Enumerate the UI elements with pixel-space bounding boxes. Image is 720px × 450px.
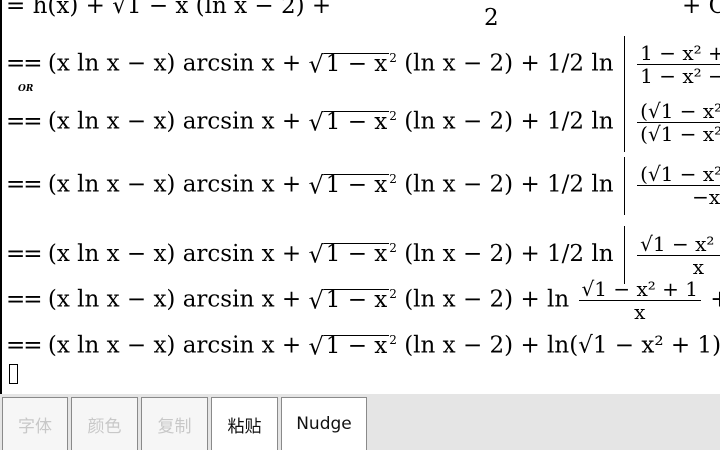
line-2-base: (x ln x − x) arcsin x +: [47, 108, 302, 135]
color-button[interactable]: 颜色: [71, 397, 138, 450]
line-0-prefix: =: [6, 0, 26, 19]
line-0-end: + C: [682, 0, 720, 19]
line-3-sqrt: √1 − x2: [308, 171, 397, 200]
line-3-coef: 1/2 ln: [547, 171, 614, 198]
line-1-coef: 1/2 ln: [547, 50, 614, 77]
line-6-base: (x ln x − x) arcsin x +: [47, 332, 302, 359]
line-1-fraction: 1 − x² + 11 − x² − 1: [637, 42, 720, 87]
line-5-sqrt: √1 − x2: [308, 286, 397, 315]
line-5-end: + C: [710, 286, 720, 313]
line-2-prefix: ==: [6, 108, 43, 135]
line-4-prefix: ==: [6, 241, 43, 267]
paste-button[interactable]: 粘贴: [211, 397, 278, 450]
line-1-prefix: ==: [6, 50, 43, 77]
line-1-sqrt: √1 − x2: [308, 50, 397, 79]
editor-left-border: [0, 0, 2, 394]
line-2-sqrt: √1 − x2: [308, 108, 397, 137]
line-1-base: (x ln x − x) arcsin x +: [47, 50, 302, 77]
line-6-sqrt: √1 − x2: [308, 332, 397, 361]
line-5-prefix: ==: [6, 286, 43, 313]
line-5-fraction: √1 − x² + 1x: [578, 278, 701, 323]
line-0-lead: h(x) + √1 − x (ln x − 2) +: [32, 0, 332, 19]
line-2-mid: (ln x − 2) +: [404, 108, 540, 135]
line-1-mid: (ln x − 2) +: [404, 50, 540, 77]
line-6-mid: (ln x − 2) + ln(√1 − x² + 1) − ln x +: [404, 332, 720, 359]
line-3-base: (x ln x − x) arcsin x +: [47, 171, 302, 198]
line-3-prefix: ==: [6, 171, 43, 198]
font-button[interactable]: 字体: [2, 397, 68, 450]
line-3-fraction: (√1 − x² + 1)²−x²: [637, 163, 720, 208]
line-5-mid: (ln x − 2) + ln: [404, 286, 570, 313]
nudge-button[interactable]: Nudge: [281, 397, 367, 450]
line-4-coef: 1/2 ln: [547, 241, 614, 267]
math-editor[interactable]: = h(x) + √1 − x (ln x − 2) + 2 + C == (x…: [0, 0, 720, 394]
line-6-prefix: ==: [6, 332, 43, 359]
line-2-fraction: (√1 − x² + 1)(√1 −(√1 − x² − 1)(√1 −: [637, 100, 720, 145]
line-2-abs-left: [623, 93, 625, 152]
line-5-base: (x ln x − x) arcsin x +: [47, 286, 302, 313]
line-4-mid: (ln x − 2) +: [404, 241, 540, 267]
line-3-mid: (ln x − 2) +: [404, 171, 540, 198]
text-cursor-box[interactable]: [9, 364, 18, 384]
copy-button[interactable]: 复制: [141, 397, 208, 450]
line-4-base: (x ln x − x) arcsin x +: [47, 241, 302, 267]
line-2-coef: 1/2 ln: [547, 108, 614, 135]
line-3-abs-left: [623, 156, 625, 215]
line-1-abs-left: [623, 35, 625, 94]
bottom-toolbar: 字体 颜色 复制 粘贴 Nudge: [0, 394, 720, 450]
